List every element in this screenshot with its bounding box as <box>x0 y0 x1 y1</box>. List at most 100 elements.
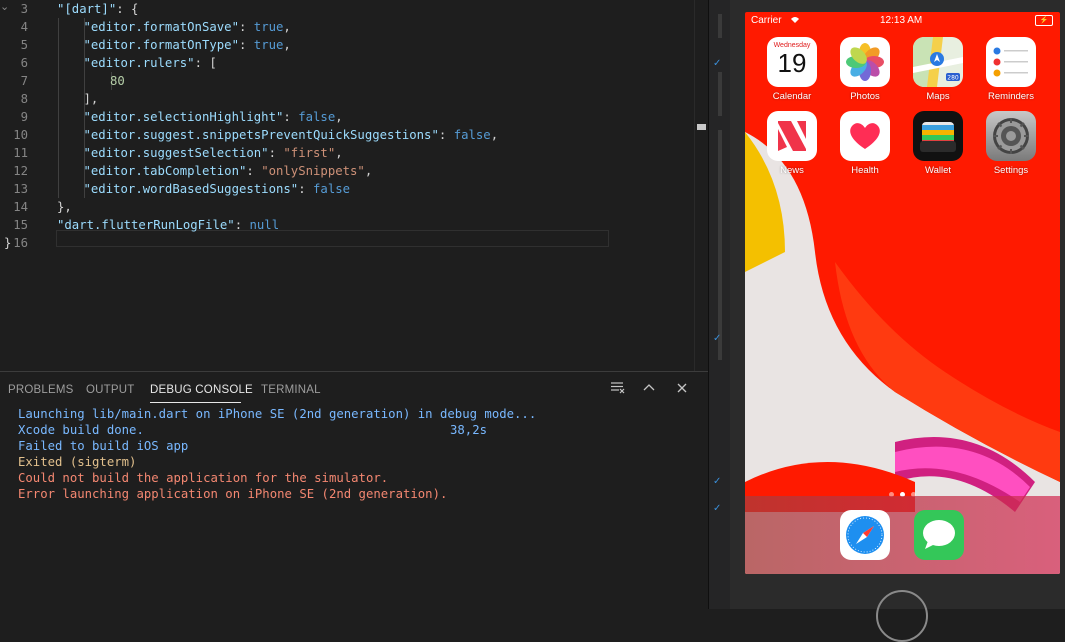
maximize-panel-icon[interactable] <box>640 381 658 399</box>
status-time: 12:13 AM <box>880 15 923 26</box>
health-icon <box>840 111 890 161</box>
app-health[interactable]: Health <box>835 111 895 176</box>
code-line[interactable]: 13 "editor.wordBasedSuggestions": false <box>0 180 694 198</box>
console-line: Exited (sigterm) <box>18 455 137 469</box>
code-line[interactable]: 5 "editor.formatOnType": true, <box>0 36 694 54</box>
code-token: "editor.suggestSelection" <box>83 146 269 160</box>
console-line: Error launching application on iPhone SE… <box>18 487 448 501</box>
line-number: 5 <box>20 38 28 52</box>
bottom-panel: PROBLEMS OUTPUT DEBUG CONSOLE TERMINAL L… <box>0 371 708 610</box>
scrollbar-thumb[interactable] <box>697 124 706 130</box>
wifi-icon <box>789 14 801 27</box>
line-number: 14 <box>13 200 28 214</box>
code-line[interactable]: 6 "editor.rulers": [ <box>0 54 694 72</box>
tab-output[interactable]: OUTPUT <box>86 384 134 396</box>
code-token: "dart.flutterRunLogFile" <box>57 218 235 232</box>
tab-debug-console[interactable]: DEBUG CONSOLE <box>150 384 253 396</box>
code-token: null <box>249 218 280 232</box>
code-token: "first" <box>283 146 336 160</box>
code-text: "dart.flutterRunLogFile": null <box>57 216 279 234</box>
calendar-date: 19 <box>777 48 807 78</box>
code-line[interactable]: 4 "editor.formatOnSave": true, <box>0 18 694 36</box>
editor-scrollbar[interactable] <box>694 0 709 371</box>
code-line[interactable]: 3 "[dart]": { <box>0 0 694 18</box>
home-button[interactable] <box>876 590 928 642</box>
strip-block <box>718 130 722 360</box>
code-line[interactable]: 16} <box>0 234 694 252</box>
code-token: 80 <box>110 74 125 88</box>
app-label: News <box>780 165 804 176</box>
code-token: false <box>453 128 491 142</box>
calendar-icon: Wednesday 19 <box>767 37 817 87</box>
app-label: Reminders <box>988 91 1034 102</box>
code-token: "onlySnippets" <box>261 164 365 178</box>
line-number: 10 <box>13 128 28 142</box>
code-token: true <box>253 20 284 34</box>
code-text: "editor.formatOnType": true, <box>84 36 291 54</box>
code-token: : <box>246 164 262 178</box>
safari-icon[interactable] <box>840 510 890 560</box>
code-text: "editor.selectionHighlight": false, <box>84 108 343 126</box>
code-line[interactable]: 12 "editor.tabCompletion": "onlySnippets"… <box>0 162 694 180</box>
code-token: "[dart]" <box>57 2 117 16</box>
code-line[interactable]: 9 "editor.selectionHighlight": false, <box>0 108 694 126</box>
line-number: 4 <box>20 20 28 34</box>
code-token: : <box>438 128 454 142</box>
app-maps[interactable]: 280 Maps <box>908 37 968 102</box>
app-settings[interactable]: Settings <box>981 111 1041 176</box>
code-token: : <box>238 38 254 52</box>
iphone-simulator-screen[interactable]: Carrier 12:13 AM ⚡ Wednesday 19 Calendar <box>745 12 1060 574</box>
code-token: "editor.formatOnType" <box>83 38 239 52</box>
app-wallet[interactable]: Wallet <box>908 111 968 176</box>
maps-icon: 280 <box>913 37 963 87</box>
code-token: , <box>364 164 373 178</box>
code-token: "editor.selectionHighlight" <box>83 110 284 124</box>
console-line-duration: 38,2s <box>450 423 488 437</box>
code-token: , <box>335 110 343 124</box>
code-token: "editor.formatOnSave" <box>83 20 239 34</box>
app-label: Maps <box>926 91 950 102</box>
battery-icon: ⚡ <box>1035 15 1053 26</box>
close-panel-icon[interactable] <box>673 381 691 399</box>
news-icon <box>767 111 817 161</box>
code-token: true <box>253 38 284 52</box>
tab-terminal[interactable]: TERMINAL <box>261 384 321 396</box>
code-editor[interactable]: ⌄ 3 "[dart]": {4 "editor.formatOnSave": tr… <box>0 0 694 371</box>
code-line[interactable]: 8], <box>0 90 694 108</box>
code-text: "editor.suggest.snippetsPreventQuickSugg… <box>84 126 499 144</box>
messages-icon[interactable] <box>914 510 964 560</box>
app-news[interactable]: News <box>762 111 822 176</box>
code-line[interactable]: 14}, <box>0 198 694 216</box>
code-line[interactable]: 7 80 <box>0 72 694 90</box>
clear-console-icon[interactable] <box>609 381 627 399</box>
wallet-icon <box>913 111 963 161</box>
app-calendar[interactable]: Wednesday 19 Calendar <box>762 37 822 102</box>
code-token: : <box>283 110 299 124</box>
app-photos[interactable]: Photos <box>835 37 895 102</box>
check-icon: ✓ <box>713 333 722 344</box>
code-token: } <box>4 236 12 250</box>
console-line: Launching lib/main.dart on iPhone SE (2n… <box>18 407 537 421</box>
code-text: "editor.wordBasedSuggestions": false <box>84 180 351 198</box>
code-text: "editor.rulers": [ <box>84 54 217 72</box>
tab-problems[interactable]: PROBLEMS <box>8 384 74 396</box>
code-token: , <box>490 128 499 142</box>
code-token: , <box>283 38 291 52</box>
console-line: Could not build the application for the … <box>18 471 389 485</box>
maps-badge: 280 <box>947 75 959 82</box>
code-line[interactable]: 10 "editor.suggest.snippetsPreventQuickSu… <box>0 126 694 144</box>
carrier-label: Carrier <box>751 15 782 26</box>
code-line[interactable]: 11 "editor.suggestSelection": "first", <box>0 144 694 162</box>
app-reminders[interactable]: Reminders <box>981 37 1041 102</box>
code-token: ], <box>83 92 99 106</box>
code-token: }, <box>57 200 72 214</box>
code-token: "editor.tabCompletion" <box>83 164 247 178</box>
code-token: , <box>283 20 291 34</box>
code-token: : <box>238 20 254 34</box>
code-line[interactable]: 15 "dart.flutterRunLogFile": null <box>0 216 694 234</box>
code-token: false <box>298 110 336 124</box>
strip-block <box>718 72 722 116</box>
app-label: Wallet <box>924 165 952 176</box>
line-number: 15 <box>13 218 28 232</box>
code-text: "editor.tabCompletion": "onlySnippets", <box>84 162 373 180</box>
